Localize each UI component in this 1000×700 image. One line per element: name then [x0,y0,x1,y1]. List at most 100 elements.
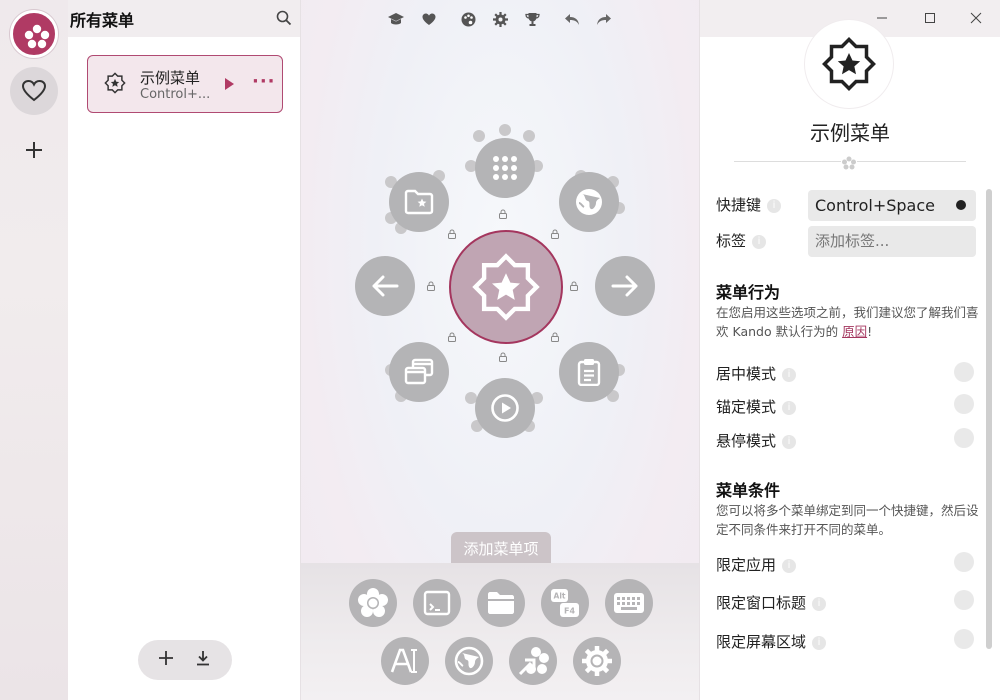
shortcut-field[interactable]: Control+Space [808,190,976,221]
grid-icon [493,156,517,180]
maximize-icon[interactable] [922,10,938,26]
settings-item-button[interactable] [573,637,621,685]
terminal-icon [423,590,451,616]
pie-item-windows[interactable] [389,342,449,402]
lock-icon[interactable] [550,229,560,239]
menu-editor-canvas[interactable]: 添加菜单项 Alt F4 [300,0,700,700]
anchored-mode-label: 锚定模式 i [716,396,797,417]
pie-item-folder-star[interactable] [389,172,449,232]
info-icon[interactable]: i [812,596,827,611]
menu-name-heading[interactable]: 示例菜单 [700,117,1000,146]
tags-input[interactable]: 添加标签... [808,226,976,257]
flower-icon[interactable] [10,10,58,58]
pie-item-clipboard[interactable] [559,342,619,402]
add-item-tray: Alt F4 [301,563,699,700]
settings-icon [582,646,612,676]
properties-scrollbar[interactable] [986,189,992,649]
add-item-label: 添加菜单项 [451,532,551,564]
globe-icon [576,189,602,215]
lock-icon[interactable] [550,332,560,342]
properties-panel: 示例菜单 快捷键 i Control+Space 标签 i 添加标签... 菜单行为… [700,37,1000,700]
limit-window-title-toggle[interactable] [954,590,974,610]
svg-text:F4: F4 [564,607,575,616]
text-item-button[interactable] [381,637,429,685]
download-icon[interactable] [194,649,212,671]
file-item-button[interactable] [477,579,525,627]
tags-label: 标签 i [716,230,767,251]
lock-icon[interactable] [569,281,579,291]
add-button[interactable] [14,130,54,170]
svg-text:Alt: Alt [554,592,566,601]
record-shortcut-icon[interactable] [956,200,966,210]
folder-icon [488,592,514,614]
reason-link[interactable]: 原因 [842,324,867,339]
info-icon[interactable]: i [782,558,797,573]
info-icon[interactable]: i [752,234,767,249]
command-item-button[interactable] [413,579,461,627]
menu-shortcut: Control+... [140,87,211,102]
pie-item-grid[interactable] [475,138,535,198]
menus-title: 所有菜单 [70,10,135,30]
submenu-item-button[interactable] [349,579,397,627]
more-button[interactable]: ··· [252,71,276,92]
plus-icon [26,142,42,158]
play-icon[interactable] [223,76,235,95]
hover-mode-toggle[interactable] [954,428,974,448]
menus-actions [138,640,232,680]
info-icon[interactable]: i [782,400,797,415]
redirect-item-button[interactable] [509,637,557,685]
star-badge-icon [472,253,540,321]
lock-icon[interactable] [447,332,457,342]
windows-icon [404,358,434,385]
anchored-mode-toggle[interactable] [954,394,974,414]
lock-icon[interactable] [447,229,457,239]
submenu-icon [358,588,388,617]
redirect-icon [518,647,549,676]
pie-item-globe[interactable] [559,172,619,232]
keyboard-icon [614,593,644,613]
behavior-description: 在您启用这些选项之前，我们建议您了解我们喜欢 Kando 默认行为的 原因! [716,305,979,339]
heart-icon [21,79,47,102]
menu-card[interactable]: 示例菜单 Control+... ··· [87,55,283,113]
favorites-button[interactable] [10,67,58,115]
conditions-title: 菜单条件 [716,481,781,500]
arrow-right-icon [611,275,638,297]
plus-icon[interactable] [158,650,174,670]
centered-mode-label: 居中模式 i [716,363,797,384]
macro-item-button[interactable] [605,579,653,627]
pie-center-item[interactable] [449,230,563,344]
hotkey-icon: Alt F4 [551,589,579,617]
lock-icon[interactable] [426,281,436,291]
minimize-icon[interactable] [874,10,890,26]
info-icon[interactable]: i [782,434,797,449]
centered-mode-toggle[interactable] [954,362,974,382]
info-icon[interactable]: i [767,198,782,213]
play-icon [491,394,519,422]
menu-name: 示例菜单 [140,69,201,87]
pie-item-arrow-right[interactable] [595,256,655,316]
text-icon [390,648,417,673]
limit-screen-area-toggle[interactable] [954,629,974,649]
conditions-description: 您可以将多个菜单绑定到同一个快捷键，然后设定不同条件来打开不同的菜单。 [716,503,979,537]
arrow-left-icon [372,275,399,297]
lock-icon[interactable] [498,209,508,219]
shortcut-value: Control+Space [815,196,935,215]
limit-window-title-label: 限定窗口标题 i [716,592,827,613]
search-icon[interactable] [276,10,292,30]
info-icon[interactable]: i [782,367,797,382]
left-rail [0,0,68,700]
behavior-title: 菜单行为 [716,283,781,302]
limit-app-toggle[interactable] [954,552,974,572]
pie-item-play[interactable] [475,378,535,438]
menu-icon-badge[interactable] [805,20,893,108]
uri-item-button[interactable] [445,637,493,685]
close-icon[interactable] [968,10,984,26]
lock-icon[interactable] [498,352,508,362]
star-badge-icon [104,72,126,98]
pie-item-arrow-left[interactable] [355,256,415,316]
hover-mode-label: 悬停模式 i [716,430,797,451]
info-icon[interactable]: i [812,635,827,650]
shortcut-label: 快捷键 i [716,194,782,215]
hotkey-item-button[interactable]: Alt F4 [541,579,589,627]
uri-icon [454,646,484,676]
